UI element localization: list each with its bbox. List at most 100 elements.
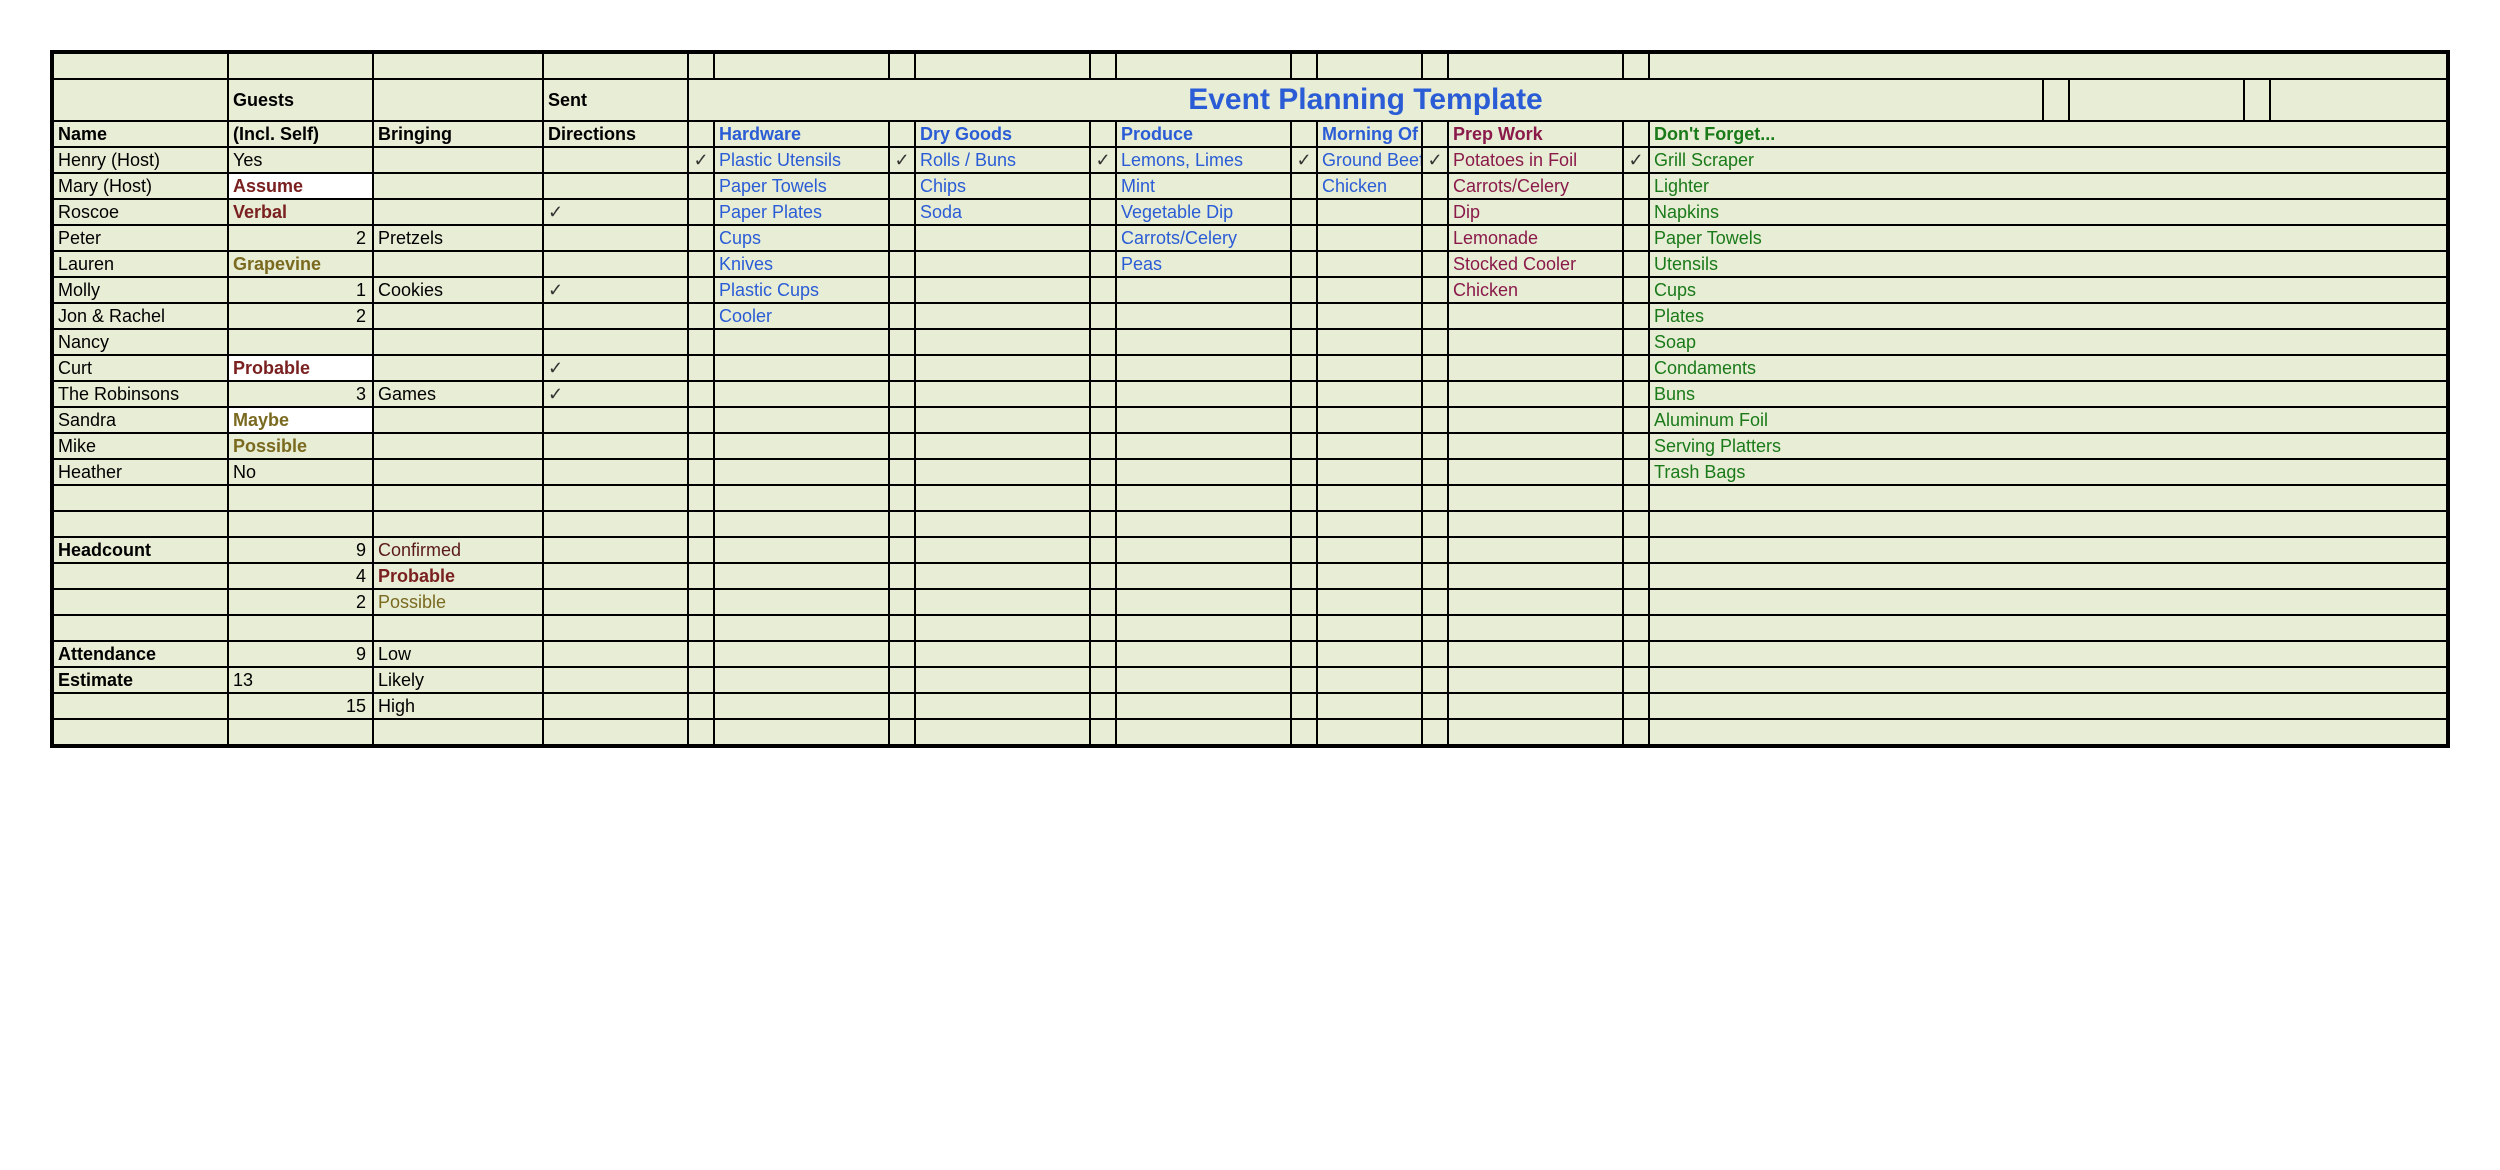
list-item[interactable]: Plates [1650, 304, 1825, 328]
check-cell[interactable] [1091, 434, 1117, 458]
check-cell[interactable]: ✓ [689, 148, 715, 172]
list-item[interactable] [1318, 434, 1423, 458]
check-cell[interactable]: ✓ [1091, 148, 1117, 172]
check-cell[interactable] [689, 408, 715, 432]
guest-incl[interactable]: 3 [229, 382, 374, 406]
list-item[interactable] [1318, 252, 1423, 276]
check-cell[interactable] [1423, 382, 1449, 406]
guest-incl[interactable]: Grapevine [229, 252, 374, 276]
check-cell[interactable] [1091, 252, 1117, 276]
list-item[interactable] [916, 460, 1091, 484]
guest-incl[interactable]: 2 [229, 226, 374, 250]
list-item[interactable] [1318, 330, 1423, 354]
list-item[interactable]: Rolls / Buns [916, 148, 1091, 172]
guest-bringing[interactable] [374, 148, 544, 172]
list-item[interactable]: Lemonade [1449, 226, 1624, 250]
list-item[interactable] [715, 356, 890, 380]
check-cell[interactable] [1423, 226, 1449, 250]
list-item[interactable] [916, 408, 1091, 432]
check-cell[interactable] [1292, 356, 1318, 380]
check-cell[interactable] [689, 200, 715, 224]
list-item[interactable]: Aluminum Foil [1650, 408, 1825, 432]
check-cell[interactable] [890, 200, 916, 224]
check-cell[interactable] [1423, 434, 1449, 458]
check-cell[interactable] [1624, 174, 1650, 198]
check-cell[interactable] [689, 434, 715, 458]
list-item[interactable]: Carrots/Celery [1449, 174, 1624, 198]
check-cell[interactable] [890, 382, 916, 406]
check-cell[interactable] [1624, 330, 1650, 354]
list-item[interactable]: Chicken [1318, 174, 1423, 198]
list-item[interactable] [715, 408, 890, 432]
guest-name[interactable]: Roscoe [54, 200, 229, 224]
guest-name[interactable]: Molly [54, 278, 229, 302]
check-cell[interactable] [1423, 278, 1449, 302]
check-cell[interactable] [1423, 356, 1449, 380]
guest-bringing[interactable]: Cookies [374, 278, 544, 302]
list-item[interactable] [916, 226, 1091, 250]
list-item[interactable]: Paper Towels [1650, 226, 1825, 250]
guest-name[interactable]: Jon & Rachel [54, 304, 229, 328]
guest-directions[interactable] [544, 330, 689, 354]
check-cell[interactable] [1423, 304, 1449, 328]
guest-directions[interactable]: ✓ [544, 200, 689, 224]
col-name[interactable]: Name [54, 122, 229, 146]
check-cell[interactable] [890, 252, 916, 276]
list-item[interactable]: Lighter [1650, 174, 1825, 198]
list-item[interactable]: Serving Platters [1650, 434, 1825, 458]
check-cell[interactable] [890, 174, 916, 198]
list-item[interactable]: Dip [1449, 200, 1624, 224]
list-item[interactable] [1318, 200, 1423, 224]
check-cell[interactable] [1091, 278, 1117, 302]
list-item[interactable] [715, 330, 890, 354]
guest-incl[interactable]: Verbal [229, 200, 374, 224]
guest-incl[interactable]: Yes [229, 148, 374, 172]
list-item[interactable]: Lemons, Limes [1117, 148, 1292, 172]
check-cell[interactable] [689, 304, 715, 328]
check-cell[interactable] [1292, 200, 1318, 224]
list-item[interactable] [1117, 434, 1292, 458]
check-cell[interactable] [1624, 304, 1650, 328]
list-item[interactable]: Paper Plates [715, 200, 890, 224]
check-cell[interactable] [1292, 330, 1318, 354]
check-cell[interactable] [1292, 304, 1318, 328]
list-item[interactable]: Napkins [1650, 200, 1825, 224]
guest-name[interactable]: Peter [54, 226, 229, 250]
check-cell[interactable] [890, 356, 916, 380]
check-cell[interactable]: ✓ [1292, 148, 1318, 172]
list-item[interactable] [1117, 408, 1292, 432]
col-forget[interactable]: Don't Forget... [1650, 122, 1825, 146]
guest-name[interactable]: Mike [54, 434, 229, 458]
list-item[interactable] [916, 330, 1091, 354]
list-item[interactable] [1449, 330, 1624, 354]
check-cell[interactable] [1292, 460, 1318, 484]
list-item[interactable] [916, 252, 1091, 276]
check-cell[interactable] [890, 278, 916, 302]
list-item[interactable] [1449, 356, 1624, 380]
guest-incl[interactable]: Maybe [229, 408, 374, 432]
list-item[interactable]: Grill Scraper [1650, 148, 1825, 172]
list-item[interactable]: Chips [916, 174, 1091, 198]
list-item[interactable] [1318, 226, 1423, 250]
list-item[interactable]: Plastic Cups [715, 278, 890, 302]
list-item[interactable] [715, 460, 890, 484]
check-cell[interactable] [1624, 434, 1650, 458]
guest-directions[interactable] [544, 408, 689, 432]
check-cell[interactable] [1624, 382, 1650, 406]
list-item[interactable]: Trash Bags [1650, 460, 1825, 484]
check-cell[interactable] [1292, 278, 1318, 302]
list-item[interactable] [715, 434, 890, 458]
list-item[interactable]: Soap [1650, 330, 1825, 354]
col-incl[interactable]: (Incl. Self) [229, 122, 374, 146]
header-sent[interactable]: Sent [544, 80, 689, 120]
list-item[interactable] [1117, 382, 1292, 406]
guest-name[interactable]: Curt [54, 356, 229, 380]
list-item[interactable]: Soda [916, 200, 1091, 224]
list-item[interactable] [1318, 460, 1423, 484]
list-item[interactable]: Carrots/Celery [1117, 226, 1292, 250]
check-cell[interactable] [890, 460, 916, 484]
check-cell[interactable]: ✓ [1423, 148, 1449, 172]
check-cell[interactable] [1292, 174, 1318, 198]
list-item[interactable] [1449, 382, 1624, 406]
list-item[interactable]: Plastic Utensils [715, 148, 890, 172]
